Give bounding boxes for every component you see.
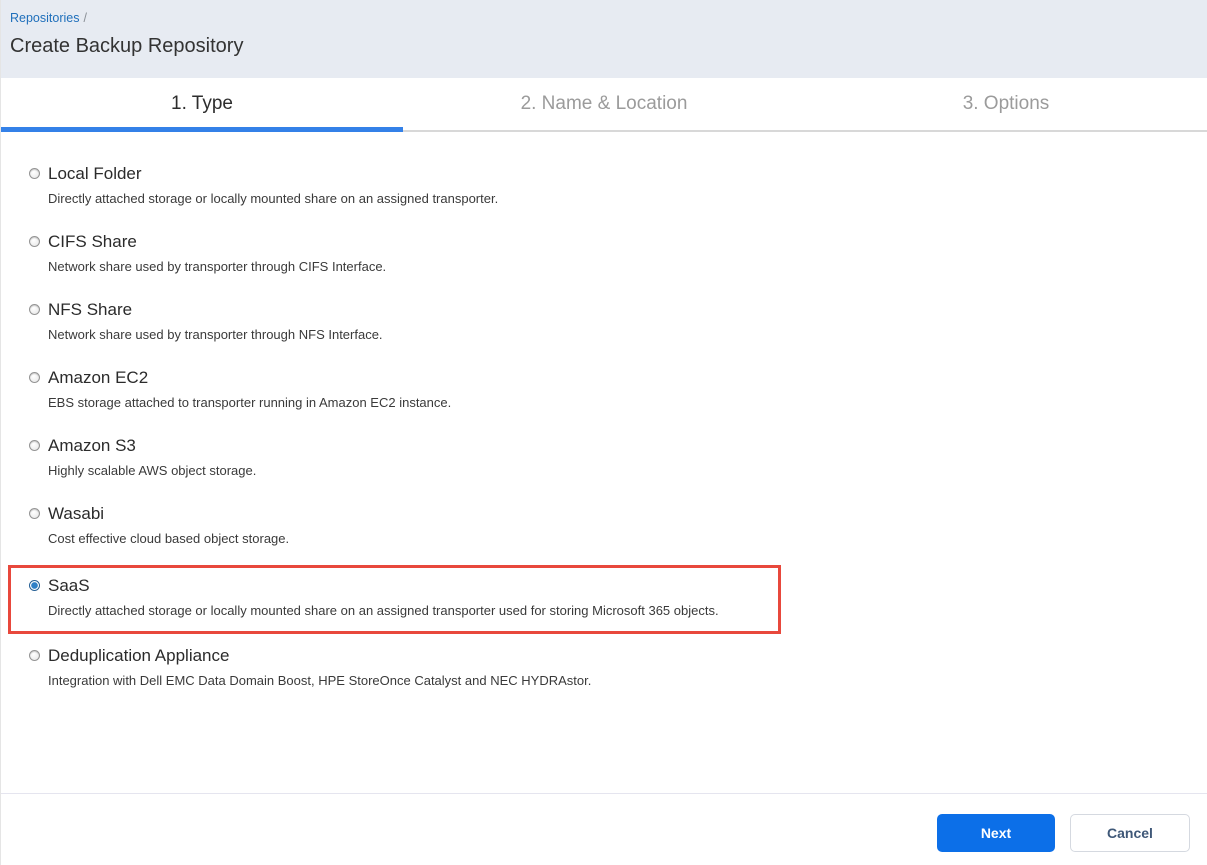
radio-wasabi[interactable] (29, 508, 40, 519)
radio-nfs-share[interactable] (29, 304, 40, 315)
option-saas-description: Directly attached storage or locally mou… (48, 602, 778, 619)
cancel-button[interactable]: Cancel (1070, 814, 1190, 852)
breadcrumb: Repositories / (10, 10, 1197, 26)
option-deduplication-appliance-description: Integration with Dell EMC Data Domain Bo… (48, 672, 1207, 689)
option-wasabi-description: Cost effective cloud based object storag… (48, 530, 1207, 547)
breadcrumb-repositories-link[interactable]: Repositories (10, 11, 79, 25)
wizard-footer: Next Cancel (1, 793, 1207, 865)
option-saas-label[interactable]: SaaS (48, 574, 90, 597)
option-nfs-share-description: Network share used by transporter throug… (48, 326, 1207, 343)
wizard-tabbar: 1. Type 2. Name & Location 3. Options (1, 78, 1207, 132)
saas-highlight-box: SaaS Directly attached storage or locall… (8, 565, 781, 634)
option-cifs-share-label[interactable]: CIFS Share (48, 230, 137, 253)
option-nfs-share: NFS Share Network share used by transpor… (29, 298, 1207, 343)
option-amazon-s3-label[interactable]: Amazon S3 (48, 434, 136, 457)
page-header: Repositories / Create Backup Repository (1, 0, 1207, 78)
option-saas: SaaS Directly attached storage or locall… (29, 574, 778, 619)
option-local-folder-description: Directly attached storage or locally mou… (48, 190, 1207, 207)
tab-options[interactable]: 3. Options (805, 78, 1207, 130)
option-wasabi-label[interactable]: Wasabi (48, 502, 104, 525)
option-amazon-s3: Amazon S3 Highly scalable AWS object sto… (29, 434, 1207, 479)
option-local-folder: Local Folder Directly attached storage o… (29, 162, 1207, 207)
radio-deduplication-appliance[interactable] (29, 650, 40, 661)
option-amazon-ec2-label[interactable]: Amazon EC2 (48, 366, 148, 389)
option-deduplication-appliance: Deduplication Appliance Integration with… (29, 644, 1207, 689)
radio-saas[interactable] (29, 580, 40, 591)
option-amazon-s3-description: Highly scalable AWS object storage. (48, 462, 1207, 479)
page-title: Create Backup Repository (10, 35, 1197, 58)
radio-cifs-share[interactable] (29, 236, 40, 247)
tab-type[interactable]: 1. Type (1, 78, 403, 130)
next-button[interactable]: Next (937, 814, 1055, 852)
option-local-folder-label[interactable]: Local Folder (48, 162, 142, 185)
radio-amazon-s3[interactable] (29, 440, 40, 451)
option-nfs-share-label[interactable]: NFS Share (48, 298, 132, 321)
tab-name-location[interactable]: 2. Name & Location (403, 78, 805, 130)
option-amazon-ec2: Amazon EC2 EBS storage attached to trans… (29, 366, 1207, 411)
option-cifs-share-description: Network share used by transporter throug… (48, 258, 1207, 275)
radio-local-folder[interactable] (29, 168, 40, 179)
option-deduplication-appliance-label[interactable]: Deduplication Appliance (48, 644, 229, 667)
breadcrumb-separator: / (83, 11, 86, 25)
repository-type-list: Local Folder Directly attached storage o… (1, 132, 1207, 793)
radio-amazon-ec2[interactable] (29, 372, 40, 383)
option-cifs-share: CIFS Share Network share used by transpo… (29, 230, 1207, 275)
option-wasabi: Wasabi Cost effective cloud based object… (29, 502, 1207, 547)
option-amazon-ec2-description: EBS storage attached to transporter runn… (48, 394, 1207, 411)
